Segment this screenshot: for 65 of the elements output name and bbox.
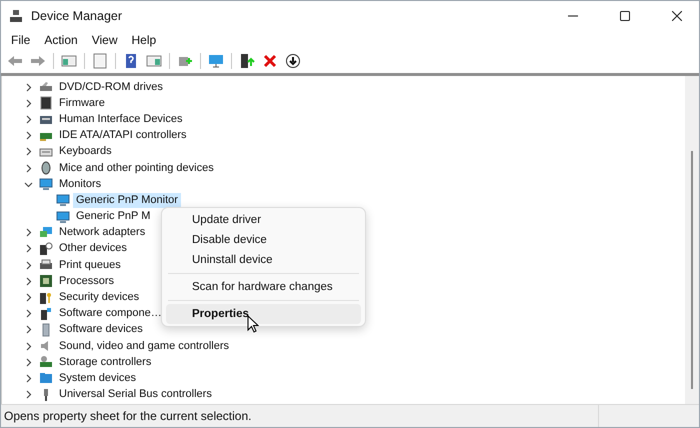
- menu-item[interactable]: File: [4, 32, 38, 46]
- monitor-icon: [39, 177, 53, 192]
- collapse-chevron-icon[interactable]: [24, 180, 33, 189]
- expand-chevron-icon[interactable]: [24, 358, 33, 367]
- tree-item[interactable]: Software compone…: [56, 306, 165, 322]
- menu-item[interactable]: View: [84, 32, 124, 46]
- expand-chevron-icon[interactable]: [24, 293, 33, 302]
- expand-chevron-icon[interactable]: [24, 276, 33, 286]
- expand-chevron-icon[interactable]: [24, 309, 33, 318]
- expand-chevron-icon[interactable]: [24, 374, 33, 383]
- tree-item[interactable]: DVD/CD-ROM drives: [56, 80, 166, 95]
- expand-chevron-icon[interactable]: [24, 147, 33, 156]
- menu-item[interactable]: Properties: [166, 304, 361, 324]
- component-icon: [39, 306, 53, 321]
- network-icon: [39, 226, 53, 240]
- tree-item[interactable]: Storage controllers: [56, 354, 154, 370]
- tree-item[interactable]: Human Interface Devices: [56, 112, 186, 127]
- tree-item[interactable]: Security devices: [56, 290, 142, 306]
- tree-item[interactable]: Generic PnP Monitor: [73, 192, 181, 208]
- expand-chevron-icon[interactable]: [24, 390, 33, 400]
- menu-item[interactable]: Scan for hardware changes: [166, 277, 361, 297]
- tree-item[interactable]: Mice and other pointing devices: [56, 160, 217, 176]
- scrollbar[interactable]: [685, 76, 699, 404]
- maximize-icon: [620, 10, 630, 20]
- tree-item[interactable]: Processors: [56, 274, 118, 289]
- expand-chevron-icon[interactable]: [24, 260, 33, 270]
- tree-item[interactable]: Other devices: [56, 241, 130, 256]
- mouse-icon: [39, 161, 53, 176]
- key-icon: [39, 290, 53, 305]
- chip-icon: [39, 96, 53, 110]
- menu-item[interactable]: Update driver: [166, 210, 361, 230]
- expand-chevron-icon[interactable]: [24, 114, 33, 124]
- expand-chevron-icon[interactable]: [24, 164, 33, 173]
- menu-item[interactable]: Help: [124, 32, 164, 46]
- tree-item[interactable]: Firmware: [56, 96, 108, 111]
- storage-icon: [39, 355, 53, 370]
- expand-chevron-icon[interactable]: [24, 342, 33, 351]
- window-title: Device Manager: [31, 8, 124, 22]
- close-icon: [672, 10, 682, 20]
- menu-item[interactable]: Action: [37, 32, 85, 46]
- menu-item[interactable]: Uninstall device: [166, 250, 361, 270]
- status-text: Opens property sheet for the current selection.: [3, 408, 252, 425]
- folder-icon: [39, 371, 53, 386]
- tree-item[interactable]: Universal Serial Bus controllers: [56, 387, 215, 402]
- processor-icon: [39, 274, 53, 288]
- monitor-icon: [56, 210, 70, 224]
- menu-item[interactable]: Disable device: [166, 230, 361, 250]
- tree-item[interactable]: Keyboards: [56, 144, 115, 160]
- expand-chevron-icon[interactable]: [24, 98, 33, 108]
- expand-chevron-icon[interactable]: [24, 228, 33, 238]
- download-icon[interactable]: [283, 51, 303, 71]
- tree-item[interactable]: Generic PnP M: [73, 209, 154, 224]
- expand-chevron-icon[interactable]: [24, 131, 33, 140]
- tree-item[interactable]: System devices: [56, 370, 140, 386]
- expand-chevron-icon[interactable]: [24, 82, 33, 92]
- tree-item[interactable]: Print queues: [56, 258, 124, 273]
- expand-chevron-icon[interactable]: [24, 325, 33, 334]
- expand-chevron-icon[interactable]: [24, 244, 33, 254]
- tree-item[interactable]: Monitors: [56, 176, 104, 192]
- tree-item[interactable]: Software devices: [56, 322, 146, 338]
- tree-item[interactable]: Network adapters: [56, 225, 148, 240]
- tree-item[interactable]: Sound, video and game controllers: [56, 338, 232, 354]
- tree-item[interactable]: IDE ATA/ATAPI controllers: [56, 128, 190, 144]
- monitor-icon: [56, 193, 70, 208]
- app-icon: [9, 8, 23, 22]
